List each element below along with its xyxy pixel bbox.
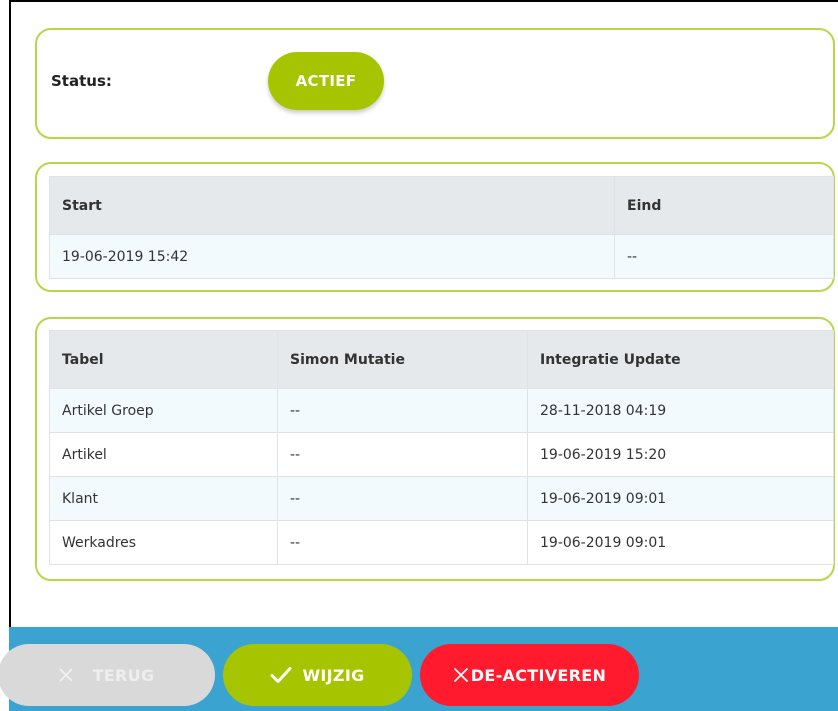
close-icon: [453, 667, 469, 683]
checkmark-icon: [270, 666, 292, 684]
edit-button-label: WIJZIG: [302, 665, 365, 685]
edit-button[interactable]: WIJZIG: [223, 644, 412, 706]
integration-update-cell: 19-06-2019 09:01: [527, 520, 834, 565]
column-header-start: Start: [49, 176, 615, 235]
sync-table: Tabel Simon Mutatie Integratie Update Ar…: [49, 330, 834, 565]
close-icon: [59, 668, 73, 682]
column-header-end: Eind: [614, 176, 834, 235]
back-button[interactable]: TERUG: [0, 644, 215, 706]
integration-update-cell: 28-11-2018 04:19: [527, 388, 834, 433]
column-header-integration-update: Integratie Update: [527, 330, 834, 389]
table-row: 19-06-2019 15:42 --: [49, 234, 834, 279]
integration-update-cell: 19-06-2019 15:20: [527, 432, 834, 477]
period-table: Start Eind 19-06-2019 15:42 --: [49, 176, 834, 279]
sync-tables-card: Tabel Simon Mutatie Integratie Update Ar…: [35, 317, 835, 581]
table-row: Artikel Groep -- 28-11-2018 04:19: [49, 388, 834, 433]
action-bar: TERUG WIJZIG DE-ACTIVEREN: [0, 627, 838, 711]
deactivate-button[interactable]: DE-ACTIVEREN: [420, 644, 639, 706]
column-header-table: Tabel: [49, 330, 278, 389]
end-cell: --: [614, 234, 834, 279]
column-header-simon-mutation: Simon Mutatie: [277, 330, 528, 389]
table-name-cell: Artikel: [49, 432, 278, 477]
status-label: Status:: [51, 72, 112, 90]
simon-mutation-cell: --: [277, 388, 528, 433]
back-button-label: TERUG: [92, 665, 155, 685]
period-card: Start Eind 19-06-2019 15:42 --: [35, 162, 835, 292]
simon-mutation-cell: --: [277, 432, 528, 477]
table-name-cell: Klant: [49, 476, 278, 521]
table-name-cell: Artikel Groep: [49, 388, 278, 433]
simon-mutation-cell: --: [277, 520, 528, 565]
table-row: Werkadres -- 19-06-2019 09:01: [49, 520, 834, 565]
table-row: Artikel -- 19-06-2019 15:20: [49, 432, 834, 477]
integration-update-cell: 19-06-2019 09:01: [527, 476, 834, 521]
period-header-row: Start Eind: [49, 176, 834, 235]
status-badge: ACTIEF: [268, 52, 384, 110]
sync-header-row: Tabel Simon Mutatie Integratie Update: [49, 330, 834, 389]
start-cell: 19-06-2019 15:42: [49, 234, 615, 279]
status-card: Status: ACTIEF: [35, 28, 835, 139]
table-row: Klant -- 19-06-2019 09:01: [49, 476, 834, 521]
simon-mutation-cell: --: [277, 476, 528, 521]
deactivate-button-label: DE-ACTIVEREN: [470, 665, 607, 685]
table-name-cell: Werkadres: [49, 520, 278, 565]
